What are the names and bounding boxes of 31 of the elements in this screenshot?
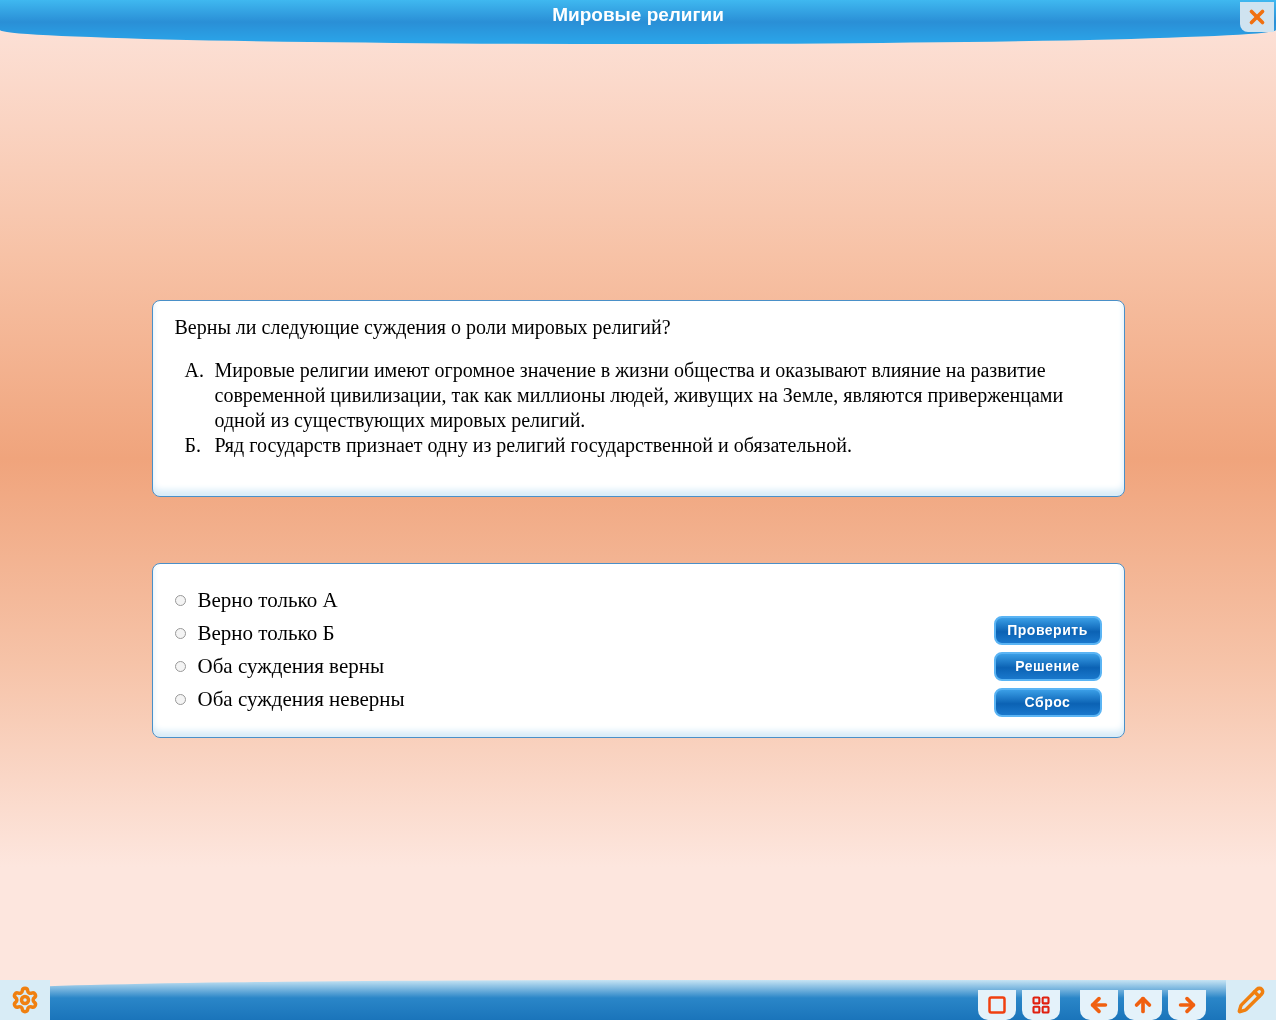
answer-option[interactable]: Верно только Б	[174, 621, 405, 646]
back-button[interactable]	[1080, 990, 1118, 1020]
action-button[interactable]: Проверить	[993, 616, 1102, 645]
forward-button[interactable]	[1168, 990, 1206, 1020]
pencil-button[interactable]	[1226, 980, 1276, 1020]
grid-icon	[1031, 995, 1051, 1015]
radio-button[interactable]	[174, 595, 186, 606]
window-button[interactable]	[978, 990, 1016, 1020]
question-text: Верны ли следующие суждения о роли мировых религий?	[174, 315, 672, 340]
statement-marker: Б.	[183, 433, 202, 458]
radio-button[interactable]	[174, 628, 186, 639]
square-icon	[987, 995, 1007, 1015]
settings-icon	[11, 986, 39, 1014]
grid-button[interactable]	[1022, 990, 1060, 1020]
answer-option[interactable]: Оба суждения верны	[174, 654, 405, 679]
statement-marker: А.	[183, 358, 205, 383]
arrow-right-icon	[1176, 994, 1198, 1016]
answer-option[interactable]: Верно только А	[174, 588, 405, 613]
settings-button[interactable]	[0, 980, 50, 1020]
answer-option[interactable]: Оба суждения неверны	[174, 687, 405, 712]
action-button[interactable]: Сброс	[993, 688, 1102, 717]
arrow-left-icon	[1088, 994, 1110, 1016]
pencil-icon	[1237, 986, 1265, 1014]
up-button[interactable]	[1124, 990, 1162, 1020]
close-button[interactable]	[1240, 2, 1274, 32]
statement-text: Ряд государств признает одну из религий государственной и обязательной.	[214, 433, 852, 458]
action-button[interactable]: Решение	[993, 652, 1102, 681]
radio-button[interactable]	[174, 661, 186, 672]
window-title: Мировые религии	[552, 2, 724, 27]
radio-button[interactable]	[174, 694, 186, 705]
statement-text: Мировые религии имеют огромное значение в жизни общества и оказывают влияние на развитие современной цивилизации, так как миллионы людей, живущих на Земле, являются приверженцами одной из существующих мировых религий.	[214, 358, 1065, 433]
